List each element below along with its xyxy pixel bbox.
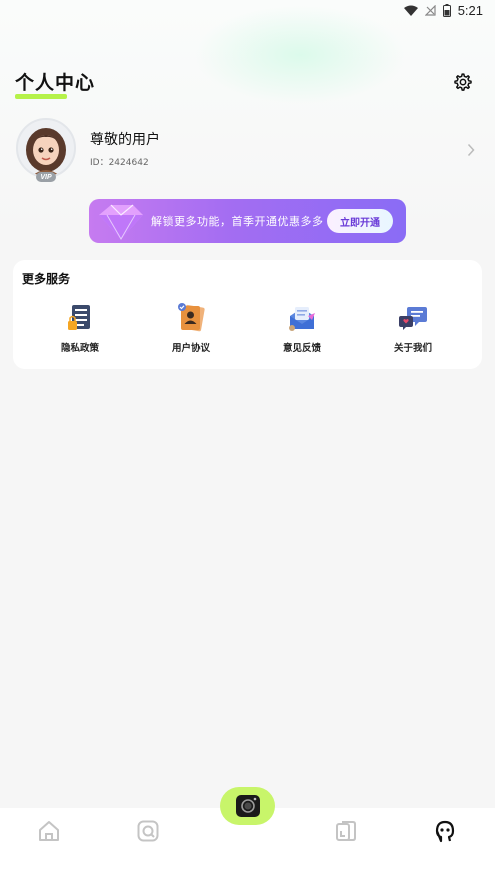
- profile-icon[interactable]: [432, 818, 458, 844]
- home-icon[interactable]: [36, 818, 62, 844]
- no-signal-icon: [424, 4, 436, 16]
- edit-icon[interactable]: [135, 818, 161, 844]
- service-label: 关于我们: [393, 343, 432, 354]
- activate-now-button[interactable]: 立即开通: [327, 209, 393, 233]
- vip-banner[interactable]: 解锁更多功能，首季开通优惠多多 立即开通: [89, 199, 406, 243]
- more-services-card: 更多服务 隐私政策 用户协议 意见反馈 关于我们: [13, 260, 482, 369]
- feedback-icon: [289, 307, 315, 331]
- avatar-image: [18, 120, 74, 176]
- user-agreement-icon: [178, 303, 205, 332]
- avatar[interactable]: [16, 118, 76, 178]
- service-label: 意见反馈: [282, 343, 321, 354]
- service-item-about-us[interactable]: 关于我们: [373, 302, 453, 357]
- vip-badge: VIP: [36, 172, 56, 182]
- service-label: 隐私政策: [60, 343, 99, 354]
- about-us-icon: [399, 307, 427, 330]
- page-title: 个人中心: [15, 72, 96, 94]
- section-title: 更多服务: [22, 272, 71, 286]
- page-title-block: 个人中心: [15, 68, 96, 99]
- user-name: 尊敬的用户: [90, 132, 160, 148]
- battery-icon: [442, 3, 451, 17]
- status-time: 5:21: [457, 2, 483, 18]
- camera-button[interactable]: [220, 787, 275, 825]
- privacy-policy-icon: [68, 305, 90, 330]
- camera-icon: [235, 795, 260, 817]
- service-label: 用户协议: [171, 343, 210, 354]
- user-id: ID：2424642: [90, 158, 149, 168]
- gallery-icon[interactable]: [333, 818, 359, 844]
- banner-text: 解锁更多功能，首季开通优惠多多: [151, 215, 324, 228]
- service-item-privacy-policy[interactable]: 隐私政策: [40, 302, 120, 357]
- service-item-user-agreement[interactable]: 用户协议: [151, 302, 231, 357]
- wifi-icon: [403, 5, 418, 16]
- diamond-icon: [99, 204, 143, 240]
- gear-icon[interactable]: [453, 72, 473, 92]
- service-item-feedback[interactable]: 意见反馈: [262, 302, 342, 357]
- profile-row[interactable]: VIP 尊敬的用户 ID：2424642: [16, 118, 481, 182]
- status-bar: 5:21: [0, 0, 495, 20]
- chevron-right-icon: [467, 143, 475, 157]
